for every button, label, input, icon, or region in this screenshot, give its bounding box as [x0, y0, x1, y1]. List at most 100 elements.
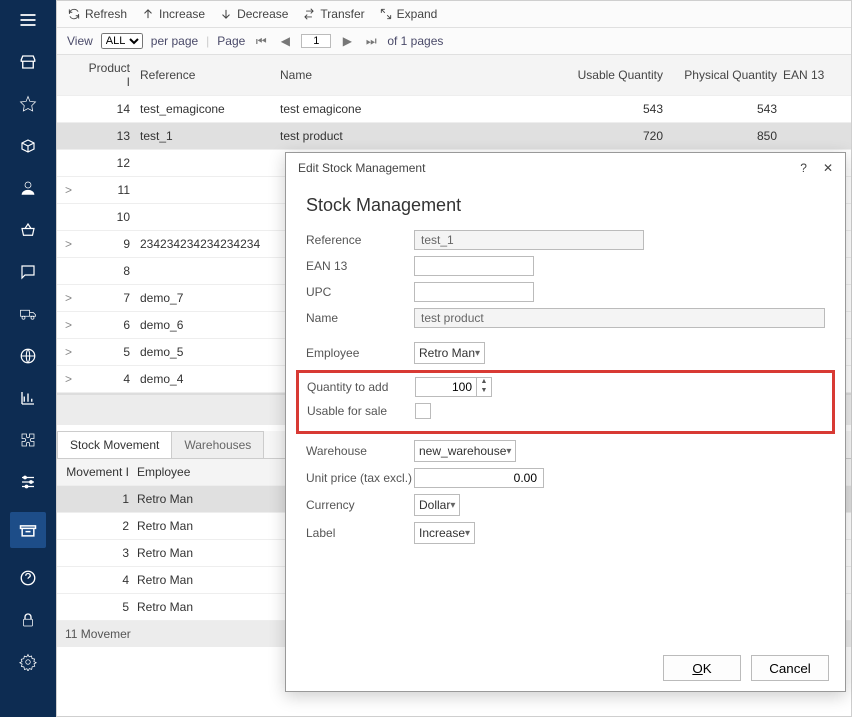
label-usable: Usable for sale — [307, 404, 415, 418]
tab-stock-movement[interactable]: Stock Movement — [57, 431, 172, 458]
page-input[interactable] — [301, 34, 331, 48]
expand-toggle[interactable]: > — [65, 372, 85, 386]
last-page-button[interactable]: ⏭ — [363, 33, 379, 49]
field-qty[interactable]: ▲▼ — [415, 377, 492, 397]
next-page-button[interactable]: ▶ — [339, 33, 355, 49]
modal-heading: Stock Management — [306, 195, 825, 216]
tab-warehouses[interactable]: Warehouses — [171, 431, 264, 458]
cancel-button[interactable]: Cancel — [751, 655, 829, 681]
gear-icon[interactable] — [16, 650, 40, 674]
expand-toggle[interactable]: > — [65, 183, 85, 197]
decrease-button[interactable]: Decrease — [219, 7, 288, 21]
modal-close-button[interactable]: ✕ — [823, 161, 833, 175]
archive-icon[interactable] — [10, 512, 46, 548]
cell-pq: 543 — [673, 102, 783, 116]
refresh-button[interactable]: Refresh — [67, 7, 127, 21]
chat-icon[interactable] — [16, 260, 40, 284]
star-icon[interactable] — [16, 92, 40, 116]
expand-button[interactable]: Expand — [379, 7, 438, 21]
basket-icon[interactable] — [16, 218, 40, 242]
grid-header: Product I Reference Name Usable Quantity… — [57, 55, 851, 96]
cell-ref: test_1 — [140, 129, 280, 143]
cell-pid: 6 — [85, 318, 140, 332]
truck-icon[interactable] — [16, 302, 40, 326]
modal-help-button[interactable]: ? — [800, 161, 807, 175]
cell-movement-id: 5 — [65, 600, 137, 614]
modal-title: Edit Stock Management — [298, 161, 425, 175]
expand-toggle[interactable]: > — [65, 237, 85, 251]
help-icon[interactable] — [16, 566, 40, 590]
expand-toggle[interactable]: > — [65, 318, 85, 332]
globe-icon[interactable] — [16, 344, 40, 368]
table-row[interactable]: 14test_emagiconetest emagicone543543 — [57, 96, 851, 123]
transfer-button[interactable]: Transfer — [302, 7, 364, 21]
qty-up[interactable]: ▲ — [477, 378, 491, 387]
cell-movement-id: 2 — [65, 519, 137, 533]
field-currency[interactable]: Dollar▾ — [414, 494, 460, 516]
cell-ref: test_emagicone — [140, 102, 280, 116]
cell-uq: 720 — [563, 129, 673, 143]
cell-name: test product — [280, 129, 563, 143]
col-movement-id[interactable]: Movement I — [65, 465, 137, 479]
caret-icon: ▾ — [465, 528, 470, 539]
cell-pid: 4 — [85, 372, 140, 386]
cell-movement-id: 3 — [65, 546, 137, 560]
per-page-select[interactable]: ALL — [101, 33, 143, 49]
puzzle-icon[interactable] — [16, 428, 40, 452]
cell-ref: demo_6 — [140, 318, 280, 332]
increase-button[interactable]: Increase — [141, 7, 205, 21]
first-page-button[interactable]: ⏮ — [253, 33, 269, 49]
menu-icon[interactable] — [16, 8, 40, 32]
col-usable-qty[interactable]: Usable Quantity — [563, 68, 673, 82]
transfer-label: Transfer — [320, 7, 364, 21]
store-icon[interactable] — [16, 50, 40, 74]
package-icon[interactable] — [16, 134, 40, 158]
field-usable[interactable] — [415, 403, 431, 419]
col-reference[interactable]: Reference — [140, 68, 280, 82]
per-page-label: per page — [151, 34, 198, 48]
user-icon[interactable] — [16, 176, 40, 200]
refresh-label: Refresh — [85, 7, 127, 21]
lock-icon[interactable] — [16, 608, 40, 632]
label-currency: Currency — [306, 498, 414, 512]
view-label: View — [67, 34, 93, 48]
expand-toggle[interactable]: > — [65, 291, 85, 305]
ok-button[interactable]: OK — [663, 655, 741, 681]
cell-pid: 13 — [85, 129, 140, 143]
field-unitprice[interactable] — [414, 468, 544, 488]
sliders-icon[interactable] — [16, 470, 40, 494]
col-physical-qty[interactable]: Physical Quantity — [673, 68, 783, 82]
page-label: Page — [217, 34, 245, 48]
prev-page-button[interactable]: ◀ — [277, 33, 293, 49]
cell-movement-id: 4 — [65, 573, 137, 587]
col-product-id[interactable]: Product I — [85, 61, 140, 89]
cell-pid: 10 — [85, 210, 140, 224]
cell-pid: 7 — [85, 291, 140, 305]
cell-pid: 14 — [85, 102, 140, 116]
label-name: Name — [306, 311, 414, 325]
chart-icon[interactable] — [16, 386, 40, 410]
warehouse-value: new_warehouse — [419, 444, 506, 458]
field-reference: test_1 — [414, 230, 644, 250]
label-employee: Employee — [306, 346, 414, 360]
qty-down[interactable]: ▼ — [477, 387, 491, 396]
of-pages-label: of 1 pages — [387, 34, 443, 48]
col-ean[interactable]: EAN 13 — [783, 68, 843, 82]
label-value: Increase — [419, 526, 465, 540]
label-upc: UPC — [306, 285, 414, 299]
expand-toggle[interactable]: > — [65, 345, 85, 359]
field-employee[interactable]: Retro Man▾ — [414, 342, 485, 364]
cell-uq: 543 — [563, 102, 673, 116]
col-name[interactable]: Name — [280, 68, 563, 82]
field-warehouse[interactable]: new_warehouse▾ — [414, 440, 516, 462]
qty-input[interactable] — [416, 378, 476, 396]
field-ean[interactable] — [414, 256, 534, 276]
label-qty: Quantity to add — [307, 380, 415, 394]
cell-pid: 8 — [85, 264, 140, 278]
toolbar: Refresh Increase Decrease Transfer Expan… — [57, 1, 851, 28]
field-upc[interactable] — [414, 282, 534, 302]
table-row[interactable]: 13test_1test product720850 — [57, 123, 851, 150]
caret-icon: ▾ — [475, 348, 480, 359]
field-label[interactable]: Increase▾ — [414, 522, 475, 544]
label-unitprice: Unit price (tax excl.) — [306, 471, 414, 485]
